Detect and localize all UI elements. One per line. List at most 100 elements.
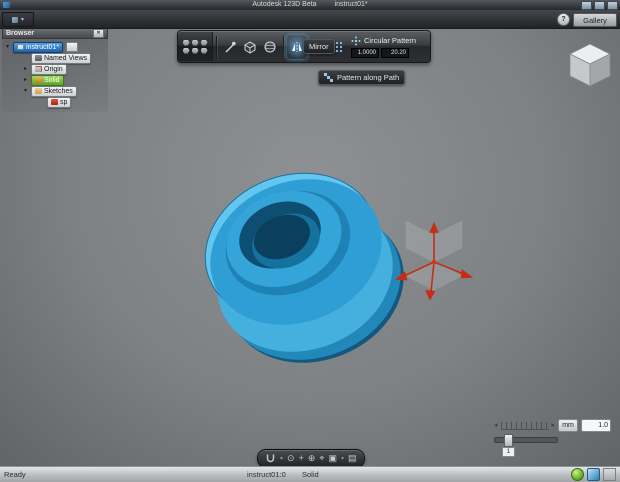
circular-pattern-icon: [351, 36, 361, 45]
pen-icon: [225, 41, 236, 52]
zoom-icon[interactable]: ⊕: [308, 454, 316, 463]
solid-cube-icon: [35, 77, 42, 83]
tree-item-sp[interactable]: sp: [47, 96, 72, 108]
menu-bar: ▾ ? Gallery: [0, 10, 620, 29]
tree-item-origin[interactable]: Origin: [31, 63, 67, 75]
browser-title: Browser: [6, 29, 35, 37]
box-primitive-button[interactable]: [240, 35, 260, 59]
primitives-menu-button[interactable]: [178, 32, 213, 61]
look-at-icon[interactable]: ⌖: [319, 454, 324, 463]
display-status-icon[interactable]: [587, 468, 600, 481]
window-controls: [581, 1, 618, 10]
hex-icon: [200, 47, 208, 54]
tree-item-label: sp: [60, 98, 68, 106]
status-icons: [571, 468, 616, 481]
mirror-icon: [292, 41, 302, 52]
flyout-pattern-along-path-label: Pattern along Path: [337, 73, 400, 82]
flyout-pattern-along-path[interactable]: Pattern along Path: [318, 70, 406, 85]
app-menu-dropdown[interactable]: ▾: [2, 12, 34, 27]
toolbar-separator: [216, 35, 217, 58]
title-bar: Autodesk 123D Beta instruct01*: [0, 0, 620, 10]
browser-collapse-button[interactable]: ✕: [93, 28, 104, 38]
expander-icon[interactable]: ▾: [6, 44, 13, 50]
status-document-text: instruct01:0: [247, 470, 286, 479]
browser-panel: Browser ✕ ▾ instruct01* Named Views ▸ Or…: [2, 27, 108, 112]
minimize-button[interactable]: [581, 1, 592, 10]
tree-row-named-views: Named Views: [24, 52, 106, 64]
status-bar: Ready instruct01:0 Solid: [0, 466, 620, 482]
hex-icon: [191, 39, 199, 46]
tree-row-sketch-sp: sp: [40, 96, 106, 108]
browser-tree: ▾ instruct01* Named Views ▸ Origin ▸ Sol…: [2, 39, 108, 112]
snap-magnet-icon[interactable]: [265, 453, 276, 464]
pattern-value-field-1[interactable]: 1.0000: [351, 47, 379, 58]
tooltip-mirror[interactable]: Mirror: [303, 39, 335, 54]
root-badge-icon[interactable]: [66, 42, 79, 52]
tree-item-solid[interactable]: Solid: [31, 74, 64, 86]
tooltip-mirror-label: Mirror: [309, 42, 329, 51]
sphere-icon: [264, 41, 276, 52]
tree-item-label: Named Views: [44, 54, 88, 62]
tree-item-label: instruct01*: [26, 43, 60, 51]
grid-scale-widget: ◂ ▸ mm 1.0: [494, 419, 612, 432]
gallery-button[interactable]: Gallery: [573, 13, 617, 27]
units-dropdown[interactable]: mm: [558, 419, 579, 432]
tree-row-solid: ▸ Solid: [24, 74, 106, 86]
status-mode-text: Solid: [302, 470, 319, 479]
tree-row-origin: ▸ Origin: [24, 63, 106, 75]
slider-value: 1: [502, 447, 515, 457]
hex-icon: [182, 47, 190, 54]
view-mode-icon[interactable]: ▣: [328, 454, 337, 463]
hex-icon: [191, 47, 199, 54]
sphere-primitive-button[interactable]: [260, 35, 280, 59]
app-window: Autodesk 123D Beta instruct01* ▾ ? Galle…: [0, 0, 620, 482]
pattern-value-field-2[interactable]: 20.20: [381, 47, 409, 58]
slider-handle[interactable]: [504, 434, 513, 447]
camera-icon: [35, 55, 42, 61]
grid-size-field[interactable]: 1.0: [581, 419, 612, 432]
chevron-down-icon[interactable]: ▾: [341, 456, 344, 462]
tree-item-label: Solid: [44, 76, 60, 84]
view-cube[interactable]: [566, 42, 614, 90]
pan-icon[interactable]: +: [299, 454, 304, 463]
hex-icon: [200, 39, 208, 46]
document-title: instruct01*: [334, 1, 368, 8]
status-ready-text: Ready: [4, 470, 26, 479]
snap-slider: 1: [494, 434, 564, 457]
arrow-right-icon[interactable]: ▸: [552, 422, 556, 429]
folder-icon: [35, 88, 42, 94]
tree-item-label: Origin: [44, 65, 63, 73]
grid-status-icon[interactable]: [603, 468, 616, 481]
chevron-down-icon: ▾: [20, 17, 24, 23]
chevron-down-icon[interactable]: ▾: [280, 456, 283, 462]
window-title: Autodesk 123D Beta instruct01*: [0, 1, 620, 8]
maximize-button[interactable]: [594, 1, 605, 10]
orbit-icon[interactable]: ⊙: [287, 454, 295, 463]
expander-icon[interactable]: ▸: [24, 77, 31, 83]
box-icon: [244, 41, 256, 53]
circular-pattern-label: Circular Pattern: [364, 36, 417, 45]
pattern-along-path-icon: [324, 73, 327, 76]
sketch-icon: [51, 99, 58, 105]
tree-item-named-views[interactable]: Named Views: [31, 52, 92, 64]
circular-pattern-menu-item[interactable]: Circular Pattern 1.0000 20.20: [351, 36, 416, 58]
ruler-ticks: [500, 421, 549, 430]
close-button[interactable]: [607, 1, 618, 10]
help-button[interactable]: ?: [557, 13, 570, 26]
origin-icon: [35, 66, 42, 72]
arrow-left-icon[interactable]: ◂: [494, 422, 498, 429]
tree-row-root: ▾ instruct01*: [6, 41, 106, 53]
tree-item-sketches[interactable]: Sketches: [31, 85, 77, 97]
tree-item-document[interactable]: instruct01*: [13, 41, 64, 53]
expander-icon[interactable]: ▾: [24, 88, 31, 94]
display-settings-icon[interactable]: ▤: [348, 454, 357, 463]
app-title: Autodesk 123D Beta: [252, 1, 317, 8]
pattern-value-fields: 1.0000 20.20: [351, 47, 416, 58]
sketch-pen-tool-button[interactable]: [220, 35, 240, 59]
tree-item-label: Sketches: [44, 87, 73, 95]
expander-icon[interactable]: ▸: [24, 66, 31, 72]
hex-icon: [182, 39, 190, 46]
document-icon: [17, 44, 24, 50]
material-status-icon[interactable]: [571, 468, 584, 481]
tree-row-sketches: ▾ Sketches: [24, 85, 106, 97]
